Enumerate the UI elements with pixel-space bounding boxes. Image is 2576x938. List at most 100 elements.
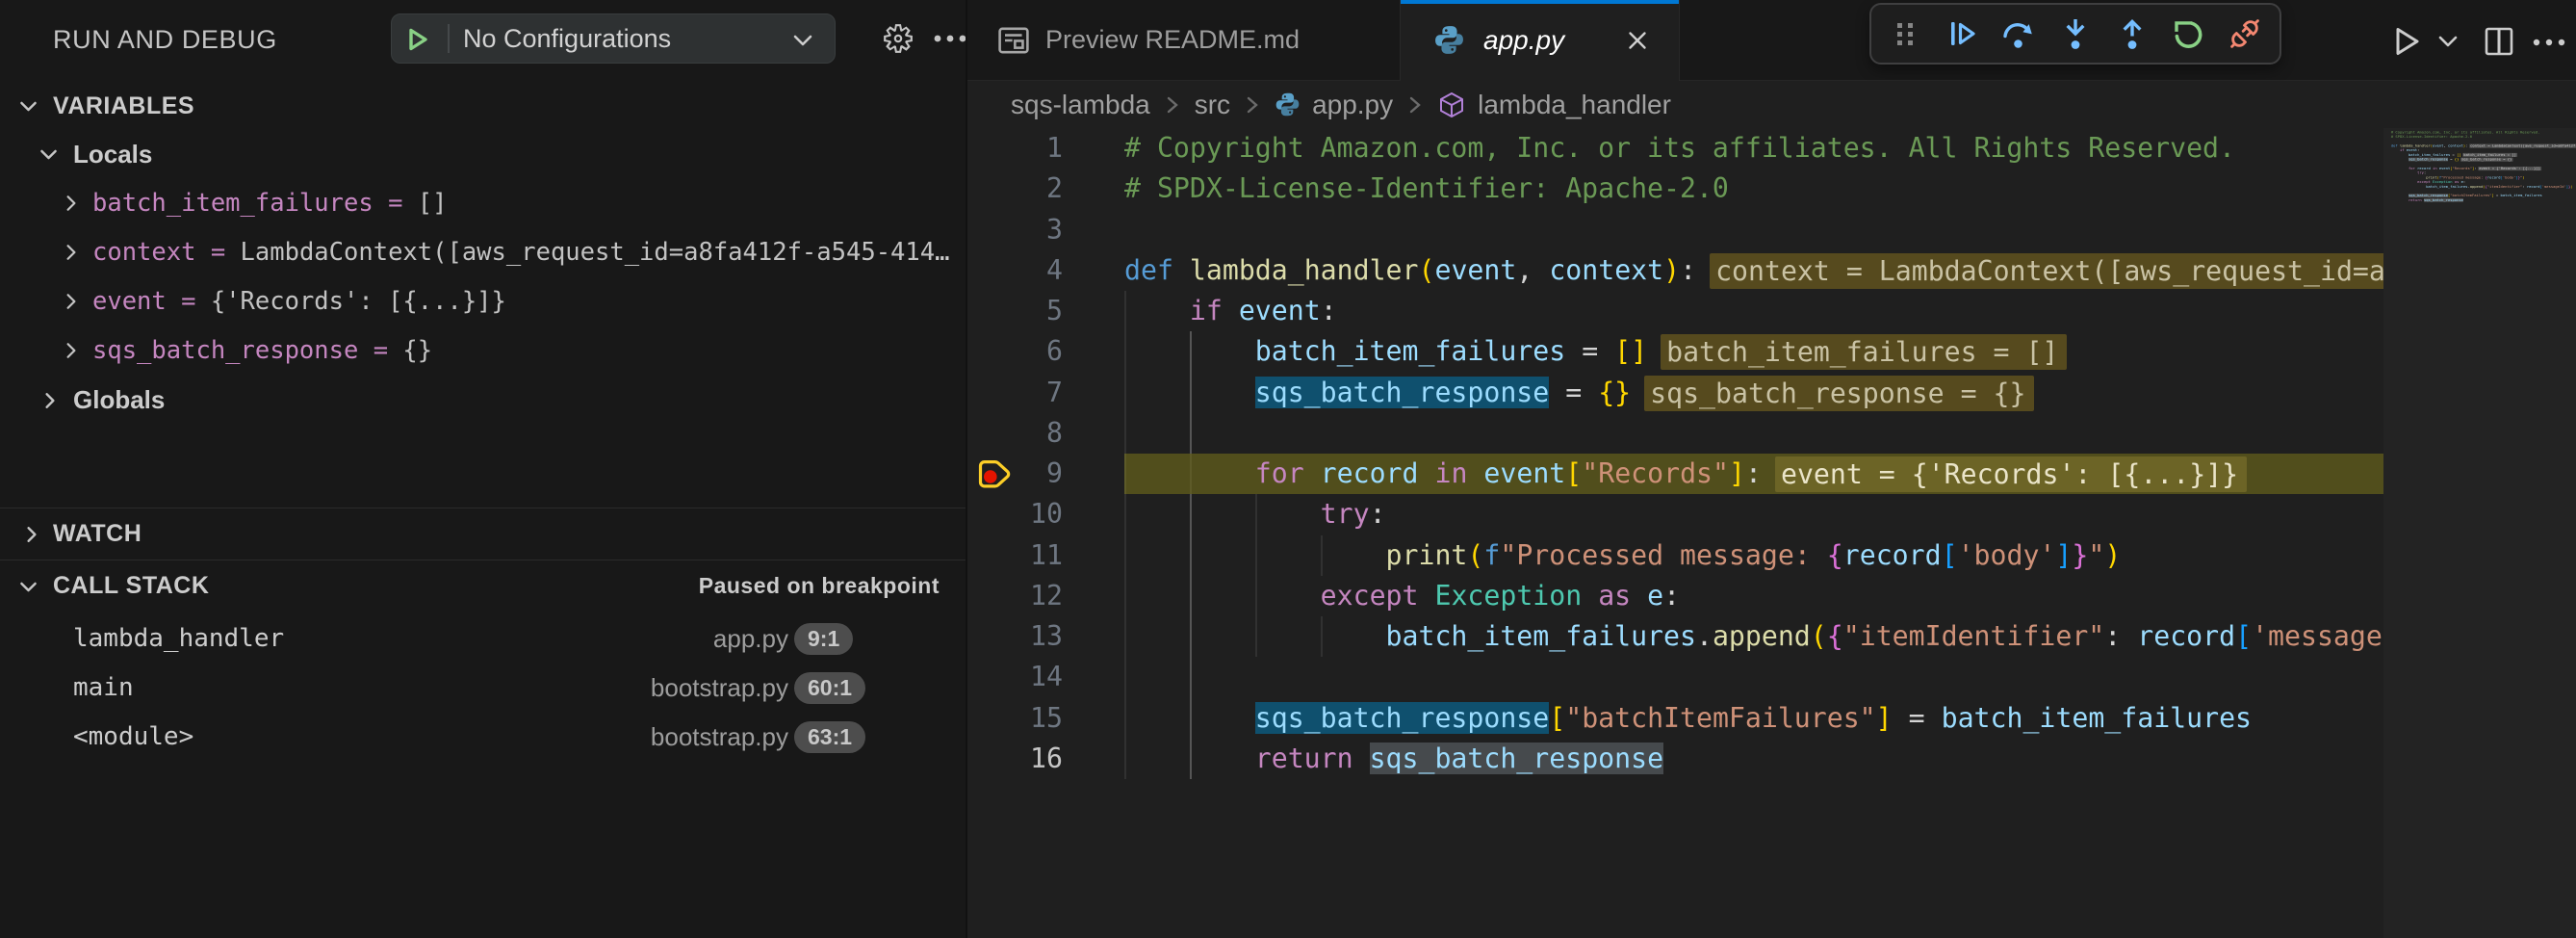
code-line[interactable]: 15 sqs_batch_response["batchItemFailures…	[967, 698, 2383, 739]
code-token	[1124, 743, 1255, 774]
line-number[interactable]: 4	[967, 250, 1063, 291]
code-token: )	[1663, 254, 1680, 286]
debug-step-over-icon[interactable]	[1997, 13, 2040, 55]
code-line[interactable]: 2# SPDX-License-Identifier: Apache-2.0	[967, 169, 2383, 209]
variable-value: {'Records': [{...}]}	[211, 287, 506, 316]
line-number[interactable]: 15	[967, 698, 1063, 739]
line-number[interactable]: 16	[967, 739, 1063, 779]
breadcrumb-label: lambda_handler	[1478, 90, 1671, 120]
debug-step-into-icon[interactable]	[2054, 13, 2097, 55]
line-number[interactable]: 10	[967, 494, 1063, 534]
views-more-actions-ellipsis-icon[interactable]	[932, 29, 970, 48]
breadcrumb-separator-icon	[1164, 94, 1181, 116]
code-token: ]	[1729, 457, 1745, 489]
code-line[interactable]: 11 print(f"Processed message: {record['b…	[967, 535, 2383, 576]
code-token: :	[1745, 457, 1762, 489]
scope-locals[interactable]: Locals	[0, 130, 966, 179]
code-token	[1124, 377, 1255, 408]
line-number[interactable]: 7	[967, 373, 1063, 413]
code-token: "batchItemFailures"	[1565, 702, 1875, 734]
code-line[interactable]: 14	[967, 657, 2383, 697]
section-header-variables[interactable]: VARIABLES	[0, 82, 966, 130]
code-token	[1124, 498, 1321, 530]
line-number[interactable]: 3	[967, 210, 1063, 250]
stack-frame-row[interactable]: <module>bootstrap.py63:1	[0, 713, 966, 762]
code-token: context	[1549, 254, 1663, 286]
code-token: [	[2235, 620, 2252, 652]
frame-name: main	[73, 664, 134, 713]
debug-configuration-dropdown[interactable]: No Configurations	[391, 13, 836, 64]
code-line[interactable]: 5 if event:	[967, 291, 2383, 331]
symbol-cube-icon	[1437, 91, 1466, 119]
stack-frame-row[interactable]: lambda_handlerapp.py9:1	[0, 614, 966, 664]
line-number[interactable]: 2	[967, 169, 1063, 209]
run-dropdown-chevron-icon[interactable]	[2437, 35, 2459, 50]
scope-globals[interactable]: Globals	[0, 376, 966, 425]
breadcrumb-separator-icon	[1244, 94, 1261, 116]
close-icon[interactable]	[1625, 28, 1650, 53]
section-header-call-stack[interactable]: CALL STACK Paused on breakpoint	[0, 560, 966, 611]
line-number[interactable]: 14	[967, 657, 1063, 697]
gear-icon[interactable]	[882, 22, 914, 55]
drag-gripper-icon[interactable]	[1885, 13, 1927, 55]
minimap[interactable]: 1# Copyright Amazon.com, Inc. or its aff…	[2383, 128, 2576, 938]
section-label: VARIABLES	[53, 82, 194, 130]
run-python-file-icon[interactable]	[2389, 24, 2424, 59]
line-number[interactable]: 5	[967, 291, 1063, 331]
code-token: # Copyright Amazon.com, Inc. or its affi…	[1124, 132, 2235, 164]
section-header-watch[interactable]: WATCH	[0, 508, 966, 560]
code-line[interactable]: 12 except Exception as e:	[967, 576, 2383, 616]
variable-row[interactable]: sqs_batch_response = {}	[0, 326, 966, 376]
line-number[interactable]: 8	[967, 413, 1063, 454]
code-token: ]	[2055, 539, 2072, 571]
code-line[interactable]: 16 return sqs_batch_response	[967, 739, 2383, 779]
breadcrumb-label: sqs-lambda	[1011, 90, 1150, 120]
code-line[interactable]: 10 try:	[967, 494, 2383, 534]
start-debugging-play-icon[interactable]	[403, 25, 432, 54]
breadcrumb-symbol[interactable]: lambda_handler	[1437, 90, 1671, 120]
variable-row[interactable]: batch_item_failures = []	[0, 179, 966, 228]
line-number[interactable]: 13	[967, 616, 1063, 657]
breadcrumb-folder[interactable]: sqs-lambda	[1011, 90, 1150, 120]
code-token: (	[1419, 254, 1435, 286]
code-token	[1124, 457, 1255, 489]
variable-row[interactable]: context = LambdaContext([aws_request_id=…	[0, 228, 966, 277]
code-token	[1925, 702, 1942, 734]
breadcrumb-file[interactable]: app.py	[1275, 90, 1393, 120]
debug-continue-icon[interactable]	[1942, 13, 1984, 55]
line-number[interactable]: 1	[967, 128, 1063, 169]
code-line[interactable]: 1 # Copyright Amazon.com, Inc. or its aff…	[967, 128, 2383, 169]
code-token: =	[1909, 702, 1925, 734]
tab-app-py[interactable]: app.py	[1401, 0, 1680, 81]
code-token: sqs_batch_response	[1255, 702, 1549, 734]
code-token: "	[2088, 539, 2104, 571]
tab-preview-readme[interactable]: Preview README.md	[967, 0, 1401, 80]
line-number[interactable]: 6	[967, 331, 1063, 372]
code-line[interactable]: 4def lambda_handler(event, context):cont…	[967, 250, 2383, 291]
frame-position-badge: 60:1	[794, 672, 865, 704]
breadcrumb-folder[interactable]: src	[1195, 90, 1230, 120]
more-actions-ellipsis-icon[interactable]	[2532, 37, 2568, 48]
debug-step-out-icon[interactable]	[2111, 13, 2153, 55]
line-number[interactable]: 12	[967, 576, 1063, 616]
scope-label: Globals	[73, 376, 165, 425]
variable-row[interactable]: event = {'Records': [{...}]}	[0, 277, 966, 326]
code-line[interactable]: 8	[967, 413, 2383, 454]
line-number[interactable]: 11	[967, 535, 1063, 576]
split-editor-icon[interactable]	[2482, 24, 2516, 59]
stack-frame-row[interactable]: mainbootstrap.py60:1	[0, 664, 966, 713]
code-line[interactable]: 13 batch_item_failures.append({"itemIden…	[967, 616, 2383, 657]
chevron-down-icon[interactable]	[790, 28, 815, 53]
run-and-debug-panel: RUN AND DEBUG No Configurations VARIABLE…	[0, 0, 966, 938]
code-line[interactable]: 7 sqs_batch_response = {}sqs_batch_respo…	[967, 373, 2383, 413]
breakpoint-current-frame-icon[interactable]	[976, 457, 1015, 496]
code-line[interactable]: 3	[967, 210, 2383, 250]
debug-disconnect-icon[interactable]	[2224, 13, 2266, 55]
code-token: [	[1565, 457, 1582, 489]
debug-restart-icon[interactable]	[2167, 13, 2209, 55]
chevron-right-icon	[61, 291, 82, 312]
code-line[interactable]: 9 for record in event["Records"]:event =…	[967, 454, 2383, 494]
code-editor[interactable]: 1 # Copyright Amazon.com, Inc. or its aff…	[967, 128, 2383, 938]
configuration-label[interactable]: No Configurations	[463, 14, 671, 63]
code-line[interactable]: 6 batch_item_failures = []batch_item_fai…	[967, 331, 2383, 372]
